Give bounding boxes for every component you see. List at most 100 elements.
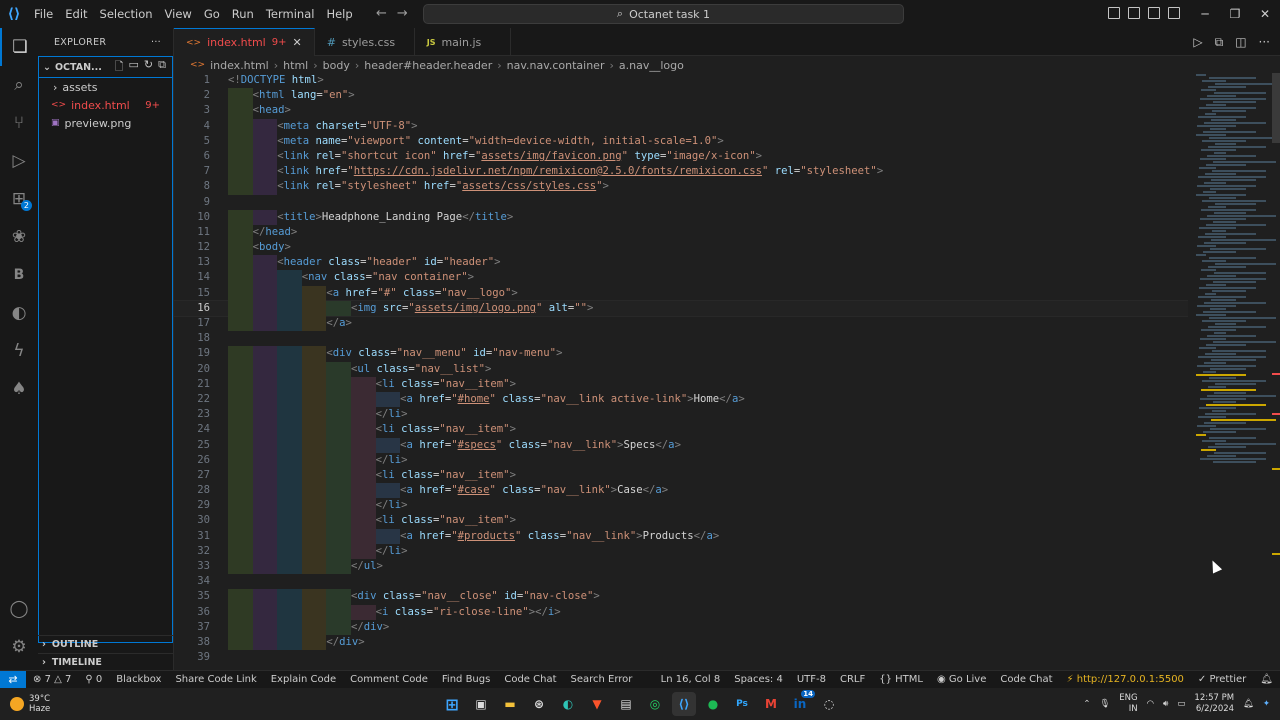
end-of-line[interactable]: CRLF (833, 674, 872, 685)
code-line[interactable]: 13 <header class="header" id="header"> (174, 255, 1188, 271)
editor-scrollbar[interactable] (1270, 73, 1280, 670)
code-line[interactable]: 1 <!DOCTYPE html> (174, 73, 1188, 88)
code-line[interactable]: 2 <html lang="en"> (174, 88, 1188, 104)
status-find-bugs[interactable]: Find Bugs (435, 674, 497, 685)
code-line[interactable]: 8 <link rel="stylesheet" href="assets/css… (174, 179, 1188, 195)
tree-item-index-html[interactable]: <> index.html 9+ (39, 96, 172, 114)
code-line[interactable]: 3 <head> (174, 103, 1188, 119)
breadcrumb-item[interactable]: html (283, 59, 308, 72)
status-comment-code[interactable]: Comment Code (343, 674, 435, 685)
live-server-url[interactable]: ⚡ http://127.0.0.1:5500 (1060, 674, 1191, 685)
code-chat-right[interactable]: Code Chat (993, 674, 1059, 685)
menu-run[interactable]: Run (226, 0, 260, 28)
menu-view[interactable]: View (159, 0, 198, 28)
outline-section[interactable]: › OUTLINE (38, 635, 174, 653)
linkedin-icon[interactable]: in 14 (788, 690, 815, 716)
code-line[interactable]: 27 <li class="nav__item"> (174, 467, 1188, 484)
source-control-icon[interactable]: ⑂ (0, 104, 38, 142)
file-explorer-icon[interactable]: ▬ (498, 692, 522, 716)
close-tab-icon[interactable]: ✕ (293, 36, 302, 49)
figma-icon[interactable]: ❀ (0, 218, 38, 256)
code-line[interactable]: 29 </li> (174, 498, 1188, 514)
breadcrumb-item[interactable]: header#header.header (364, 59, 492, 72)
minimize-icon[interactable]: ─ (1190, 0, 1220, 28)
code-line[interactable]: 23 </li> (174, 407, 1188, 423)
edge-browser-icon[interactable]: ◐ (556, 692, 580, 716)
code-line[interactable]: 28 <a href="#case" class="nav__link">Case… (174, 483, 1188, 499)
chrome-icon[interactable]: ◌ (817, 692, 841, 716)
breadcrumb-item[interactable]: body (323, 59, 350, 72)
new-file-icon[interactable]: 🗋 (115, 58, 124, 77)
new-folder-icon[interactable]: ▭ (129, 58, 139, 77)
back-arrow-icon[interactable]: ← (376, 6, 387, 21)
tray-overflow-icon[interactable]: ⌃ (1083, 699, 1090, 709)
manage-gear-icon[interactable]: ⚙ (0, 628, 38, 666)
encoding[interactable]: UTF-8 (790, 674, 833, 685)
code-line[interactable]: 26 </li> (174, 452, 1188, 468)
code-line[interactable]: 4 <meta charset="UTF-8"> (174, 118, 1188, 134)
tab-main-js[interactable]: JS main.js (415, 28, 511, 56)
close-window-icon[interactable]: ✕ (1250, 0, 1280, 28)
menu-go[interactable]: Go (198, 0, 226, 28)
code-line[interactable]: 20 <ul class="nav__list"> (174, 361, 1188, 377)
code-line[interactable]: 33 </ul> (174, 559, 1188, 575)
notification-bell-icon[interactable]: 🔔︎ (1243, 699, 1254, 709)
customize-layout-icon[interactable] (1168, 7, 1180, 19)
split-editor-icon[interactable]: ◫ (1235, 35, 1246, 50)
language-mode[interactable]: {} HTML (872, 674, 930, 685)
code-line[interactable]: 5 <meta name="viewport" content="width=de… (174, 133, 1188, 149)
forward-arrow-icon[interactable]: → (397, 6, 408, 21)
code-line[interactable]: 7 <link href="https://cdn.jsdelivr.net/np… (174, 164, 1188, 180)
breadcrumb-item[interactable]: index.html (210, 59, 269, 72)
tree-item-assets[interactable]: › assets (39, 78, 172, 96)
language-indicator[interactable]: ENG IN (1119, 693, 1137, 715)
battery-icon[interactable]: ▭ (1177, 699, 1185, 709)
code-line[interactable]: 11 </head> (174, 224, 1188, 241)
mongodb-leaf-icon[interactable]: ♠ (0, 370, 38, 408)
more-actions-icon[interactable]: ··· (1259, 35, 1270, 50)
spotify-icon[interactable]: ● (701, 692, 725, 716)
code-line[interactable]: 38 </div> (174, 634, 1188, 651)
menu-file[interactable]: File (28, 0, 59, 28)
go-live-button[interactable]: ◉ Go Live (930, 674, 993, 685)
status-share-code-link[interactable]: Share Code Link (168, 674, 263, 685)
code-line[interactable]: 24 <li class="nav__item"> (174, 422, 1188, 438)
breadcrumb-item[interactable]: a.nav__logo (619, 59, 684, 72)
workspace-folder[interactable]: ⌄ OCTAN... 🗋 ▭ ↻ ⧉ (38, 56, 173, 78)
maximize-icon[interactable]: ❐ (1220, 0, 1250, 28)
code-line[interactable]: 17 </a> (174, 316, 1188, 332)
run-debug-icon[interactable]: ▷ (0, 142, 38, 180)
code-line[interactable]: 16 <img src="assets/img/logo.png" alt=""> (174, 299, 1188, 318)
toggle-secondary-sidebar-icon[interactable] (1148, 7, 1160, 19)
brave-browser-icon[interactable]: ▼ (585, 692, 609, 716)
weather-widget[interactable]: 39°C Haze (0, 694, 50, 714)
clock[interactable]: 12:57 PM 6/2/2024 (1194, 693, 1234, 715)
status-search-error[interactable]: Search Error (564, 674, 640, 685)
menu-terminal[interactable]: Terminal (260, 0, 321, 28)
cursor-position[interactable]: Ln 16, Col 8 (654, 674, 728, 685)
code-line[interactable]: 10 <title>Headphone_Landing Page</title> (174, 209, 1188, 225)
vscode-taskbar-icon[interactable]: ⟨⟩ (672, 692, 696, 716)
edge-icon[interactable]: ◐ (0, 294, 38, 332)
explorer-icon[interactable]: ❏ (0, 28, 38, 66)
status-code-chat[interactable]: Code Chat (497, 674, 563, 685)
code-line[interactable]: 12 <body> (174, 240, 1188, 256)
microphone-icon[interactable]: 🎙︎ (1099, 699, 1110, 709)
tab-index-html[interactable]: <> index.html 9+ ✕ (174, 28, 315, 56)
toggle-panel-icon[interactable] (1128, 7, 1140, 19)
menu-selection[interactable]: Selection (94, 0, 159, 28)
wifi-icon[interactable]: ◠ (1147, 699, 1154, 709)
code-line[interactable]: 18 (174, 331, 1188, 346)
code-line[interactable]: 37 </div> (174, 619, 1188, 635)
open-preview-icon[interactable]: ⧉ (1215, 35, 1224, 50)
menu-edit[interactable]: Edit (59, 0, 93, 28)
blackbox-icon[interactable]: B (0, 256, 38, 294)
code-line[interactable]: 34 (174, 574, 1188, 589)
microsoft-store-icon[interactable]: ▤ (614, 692, 638, 716)
refresh-icon[interactable]: ↻ (144, 58, 153, 77)
menu-help[interactable]: Help (320, 0, 358, 28)
more-actions-icon[interactable]: ··· (151, 37, 161, 48)
toggle-primary-sidebar-icon[interactable] (1108, 7, 1120, 19)
remote-indicator-icon[interactable]: ⇄ (0, 670, 26, 689)
command-search-box[interactable]: ⌕ Octanet task 1 (423, 4, 904, 24)
